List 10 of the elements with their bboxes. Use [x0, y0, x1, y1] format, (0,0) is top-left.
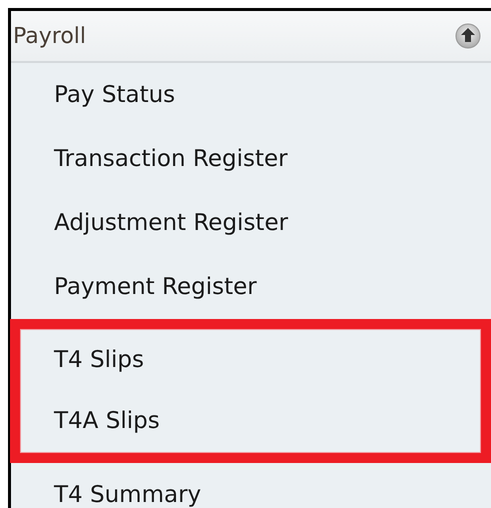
- menu-item[interactable]: Payment Register: [11, 255, 491, 319]
- menu-item[interactable]: T4 Slips: [21, 330, 480, 391]
- menu-item[interactable]: Pay Status: [11, 63, 491, 127]
- menu-item[interactable]: T4 Summary: [11, 463, 491, 508]
- menu-item[interactable]: T4A Slips: [21, 391, 480, 452]
- menu-item[interactable]: Transaction Register: [11, 127, 491, 191]
- panel-title: Payroll: [13, 22, 86, 50]
- collapse-icon[interactable]: [455, 23, 481, 49]
- panel-header[interactable]: Payroll: [11, 11, 491, 63]
- menu-item[interactable]: Adjustment Register: [11, 191, 491, 255]
